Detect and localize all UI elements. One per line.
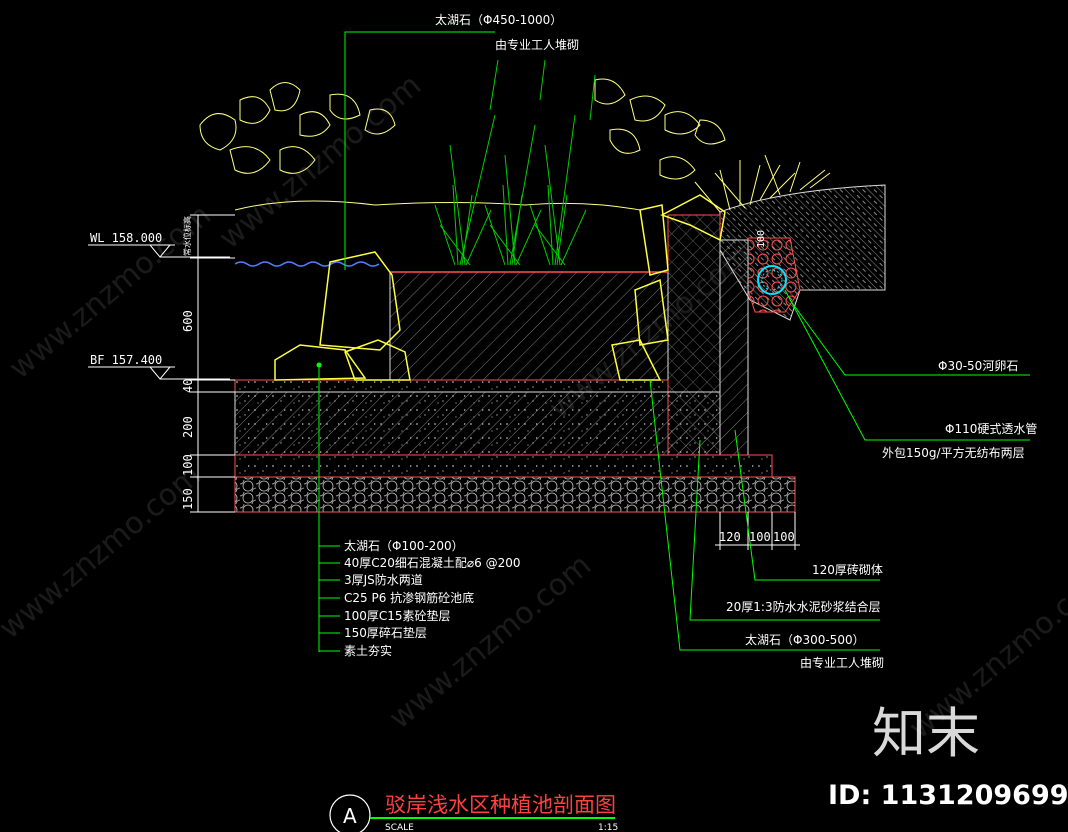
svg-text:www.znzmo.com: www.znzmo.com (0, 458, 208, 647)
section-mark: A (343, 804, 357, 828)
dim-100: 100 (181, 454, 195, 476)
layer-c25-dots (235, 392, 720, 455)
layer-label-7: 素土夯实 (344, 643, 392, 658)
section-drawing: www.znzmo.com www.znzmo.com www.znzmo.co… (0, 12, 1068, 832)
scale-label: SCALE (385, 823, 414, 832)
watermark-id: ID: 1131209699 (828, 780, 1068, 811)
water-surface (234, 261, 380, 267)
layer-label-2: 40厚C20细石混凝土配⌀6 @200 (344, 555, 521, 570)
layer-label-5: 100厚C15素砼垫层 (344, 608, 451, 623)
dimension-line-left (190, 214, 235, 513)
wl-label: WL 158.000 (90, 231, 162, 245)
svg-text:www.znzmo.com: www.znzmo.com (213, 68, 428, 257)
pebble-fill (747, 237, 801, 313)
layer-label-3: 3厚JS防水两道 (344, 572, 423, 587)
water-level-tag: 常水位标高 (182, 216, 192, 256)
callout-pipe-wrap: 外包150g/平方无纺布两层 (882, 445, 1025, 460)
layer-label-1: 太湖石（Φ100-200） (344, 538, 464, 553)
drawing-title: 驳岸浅水区种植池剖面图 (385, 793, 616, 817)
callout-bottom-stone: 太湖石（Φ300-500） (745, 632, 865, 647)
dim-100b: 100 (773, 530, 795, 544)
reed-plants (434, 59, 596, 266)
layer-label-4: C25 P6 抗渗钢筋砼池底 (344, 590, 474, 605)
mortar-layer (719, 239, 749, 456)
dim-100a: 100 (749, 530, 771, 544)
dim-200: 200 (181, 416, 195, 438)
bf-label: BF 157.400 (90, 353, 162, 367)
dim-40: 40 (181, 379, 195, 393)
dim-600: 600 (181, 310, 195, 332)
callout-top-stone: 太湖石（Φ450-1000） (435, 12, 562, 27)
pool-base-concrete (389, 271, 669, 381)
dim-120: 120 (719, 530, 741, 544)
callout-pipe: Φ110硬式透水管 (945, 421, 1037, 436)
scale-value: 1:15 (598, 823, 618, 832)
callout-bottom-stone-note: 由专业工人堆砌 (800, 655, 884, 670)
layer-c15 (234, 454, 773, 478)
watermark-logo: 知末 (872, 702, 980, 765)
level-marker-bf (88, 366, 230, 380)
layer-c20 (234, 379, 669, 393)
callout-brick: 120厚砖砌体 (812, 562, 883, 577)
callout-pebble: Φ30-50河卵石 (938, 359, 1018, 373)
layer-label-6: 150厚碎石垫层 (344, 625, 427, 640)
callout-top-stone-note: 由专业工人堆砌 (495, 37, 579, 52)
dim-150: 150 (181, 488, 195, 510)
dim-100-right: 100 (756, 230, 767, 248)
callout-mortar: 20厚1:3防水水泥砂浆结合层 (726, 599, 881, 614)
